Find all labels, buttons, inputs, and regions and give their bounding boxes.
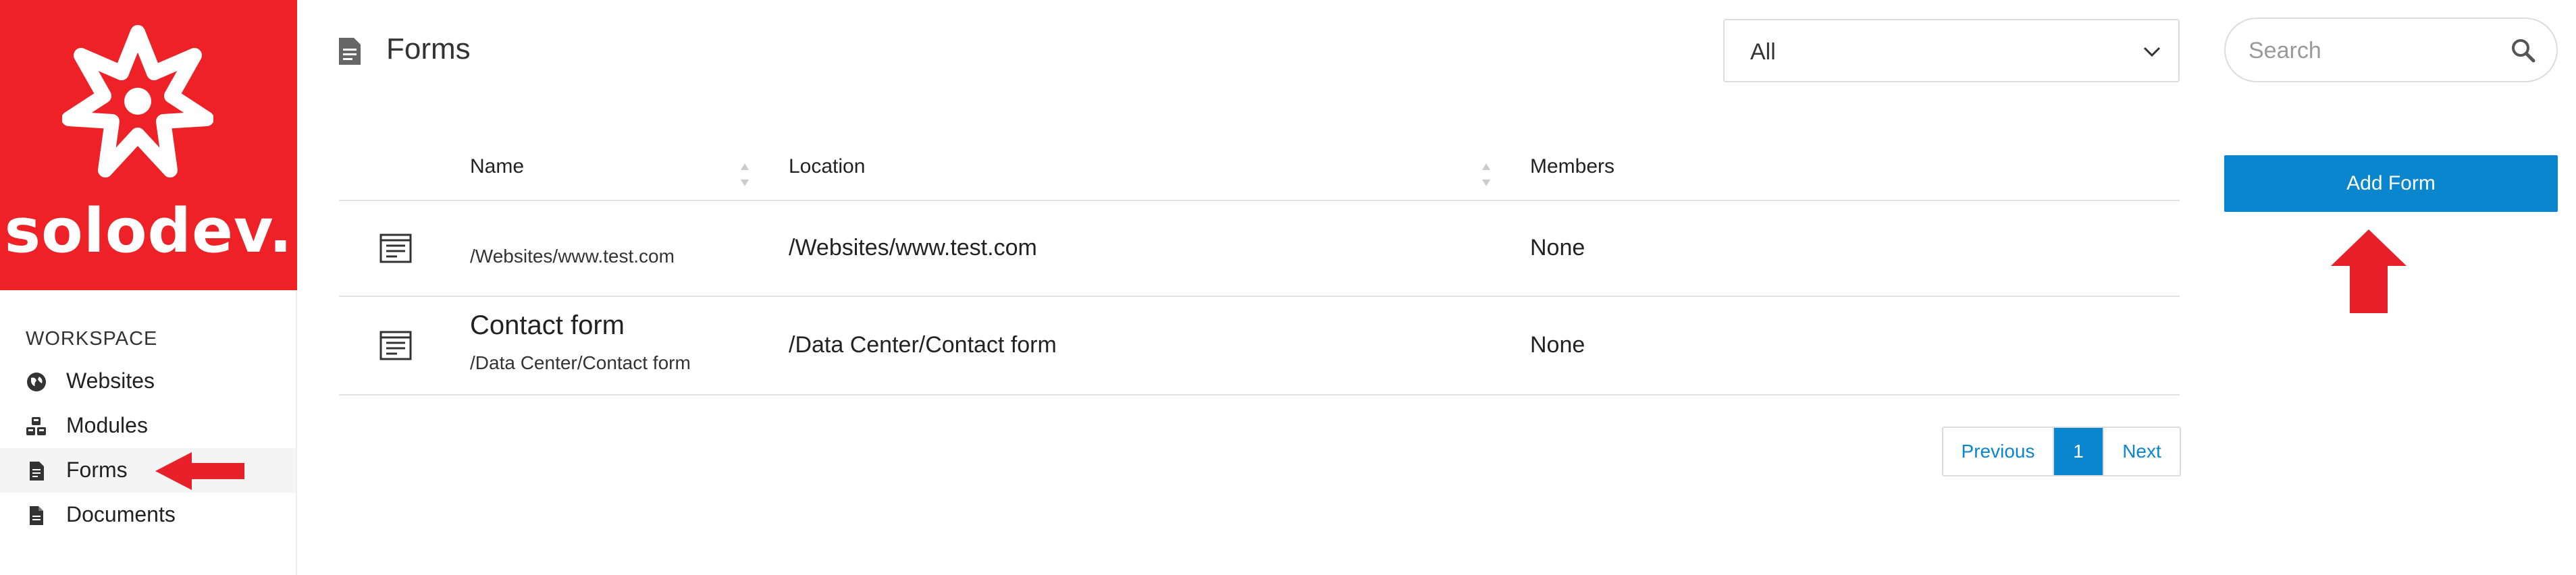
search-input[interactable] xyxy=(2249,34,2505,67)
form-doc-icon xyxy=(339,38,361,65)
sort-icon[interactable] xyxy=(1481,159,1491,190)
document-icon xyxy=(30,506,43,525)
sidebar-item-label: Modules xyxy=(66,413,148,437)
pagination-previous-button[interactable]: Previous xyxy=(1943,428,2054,475)
form-path: /Websites/www.test.com xyxy=(470,246,675,267)
column-header-location[interactable]: Location xyxy=(789,155,865,178)
form-name[interactable]: Contact form xyxy=(470,310,625,341)
page-title: Forms xyxy=(386,32,471,65)
app-window: solodev. WORKSPACE Websites Modules Form… xyxy=(0,0,2576,575)
globe-icon xyxy=(27,373,46,391)
pagination-page-1[interactable]: 1 xyxy=(2054,428,2103,475)
pagination: Previous 1 Next xyxy=(1942,427,2181,476)
table-row[interactable]: Contact form /Data Center/Contact form /… xyxy=(339,297,2180,395)
sidebar: solodev. WORKSPACE Websites Modules Form… xyxy=(0,0,297,575)
chevron-down-icon xyxy=(2143,47,2161,57)
sidebar-item-label: Documents xyxy=(66,502,176,526)
form-members: None xyxy=(1530,235,1585,261)
table-header: Name Location Members xyxy=(339,135,2180,201)
brand-logo[interactable]: solodev. xyxy=(0,0,297,290)
annotation-up-arrow-icon xyxy=(2331,229,2407,313)
sidebar-item-forms[interactable]: Forms xyxy=(0,448,296,493)
sidebar-item-label: Websites xyxy=(66,368,155,393)
sidebar-item-websites[interactable]: Websites xyxy=(0,359,296,404)
form-icon xyxy=(379,331,412,360)
pagination-next-button[interactable]: Next xyxy=(2103,428,2180,475)
filter-dropdown[interactable]: All xyxy=(1723,19,2180,82)
annotation-left-arrow-icon xyxy=(155,452,244,490)
column-header-name[interactable]: Name xyxy=(470,155,524,178)
search-icon[interactable] xyxy=(2511,38,2536,63)
column-header-members: Members xyxy=(1530,155,1615,177)
filter-selected-value: All xyxy=(1750,39,1776,65)
workspace-section-label: WORKSPACE xyxy=(26,328,158,350)
form-icon xyxy=(379,234,412,263)
solodev-star-logo-icon xyxy=(62,25,213,177)
sort-icon[interactable] xyxy=(740,159,750,190)
form-doc-icon xyxy=(30,462,44,481)
form-members: None xyxy=(1530,332,1585,358)
cubes-icon xyxy=(26,417,46,435)
form-path: /Data Center/Contact form xyxy=(470,352,691,373)
sidebar-item-label: Forms xyxy=(66,458,128,482)
search-box xyxy=(2224,18,2558,82)
form-location: /Data Center/Contact form xyxy=(789,332,1057,358)
brand-wordmark: solodev. xyxy=(4,196,293,267)
form-location: /Websites/www.test.com xyxy=(789,235,1037,261)
add-form-button[interactable]: Add Form xyxy=(2224,155,2558,212)
sidebar-item-documents[interactable]: Documents xyxy=(0,493,296,537)
table-row[interactable]: /Websites/www.test.com /Websites/www.tes… xyxy=(339,201,2180,297)
sidebar-item-modules[interactable]: Modules xyxy=(0,404,296,448)
